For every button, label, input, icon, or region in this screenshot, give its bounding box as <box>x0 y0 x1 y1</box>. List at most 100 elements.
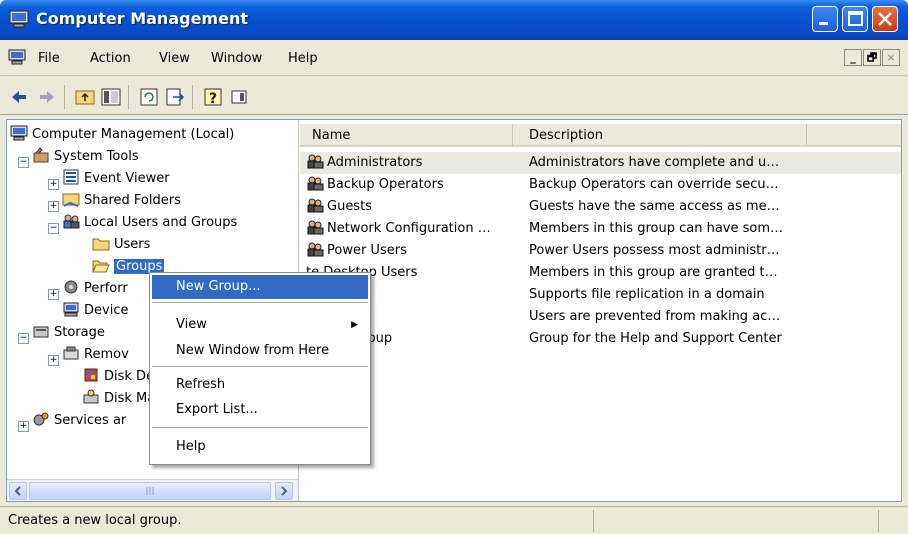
computer-icon[interactable] <box>8 49 26 65</box>
child-restore-button[interactable]: 🗗 <box>863 49 881 66</box>
group-description: Backup Operators can override secu… <box>529 177 779 192</box>
minimize-icon <box>819 22 828 25</box>
tree-item-performance[interactable]: Perforr <box>62 278 128 300</box>
table-row[interactable]: te Desktop UsersMembers in this group ar… <box>300 262 901 284</box>
group-description: Guests have the same access as me… <box>529 199 780 214</box>
up-one-level-button[interactable] <box>74 86 96 108</box>
chevron-right-icon <box>281 486 288 496</box>
expand-expander[interactable]: + <box>18 421 29 432</box>
group-description: Members in this group are granted t… <box>529 265 778 280</box>
tree-item-shared-folders[interactable]: Shared Folders <box>62 190 181 212</box>
group-icon <box>307 242 324 257</box>
menu-window[interactable]: Window <box>211 51 262 66</box>
group-name: Backup Operators <box>327 177 444 192</box>
status-bar: Creates a new local group. <box>0 506 908 534</box>
tree-label: Shared Folders <box>84 193 181 208</box>
menu-item-help[interactable]: Help <box>152 435 368 459</box>
title-bar: Computer Management <box>0 0 908 40</box>
table-row[interactable]: atorSupports file replication in a domai… <box>300 284 901 306</box>
back-button[interactable] <box>8 86 30 108</box>
show-action-pane-button[interactable] <box>228 86 250 108</box>
toolbar-separator <box>128 85 129 109</box>
tree-item-services-and-applications[interactable]: Services ar <box>32 410 126 432</box>
tree-item-storage[interactable]: Storage <box>32 322 105 344</box>
forward-arrow-icon <box>40 91 54 103</box>
export-list-button[interactable] <box>164 86 186 108</box>
menu-file[interactable]: File <box>38 51 60 66</box>
table-row[interactable]: Power Users Power Users possess most admi… <box>300 240 901 262</box>
tree-item-computer-management[interactable]: Computer Management (Local) <box>10 124 234 146</box>
show-hide-tree-button[interactable] <box>100 86 122 108</box>
window-title: Computer Management <box>36 9 248 28</box>
tree-item-disk-defragmenter[interactable]: Disk De <box>82 366 154 388</box>
child-minimize-button[interactable]: _ <box>844 49 862 66</box>
event-viewer-icon <box>63 169 79 185</box>
expand-expander[interactable]: + <box>48 289 59 300</box>
minimize-button[interactable] <box>812 6 838 32</box>
table-row[interactable]: Administrators Administrators have comple… <box>300 152 901 174</box>
group-name-cell: Guests <box>306 196 516 218</box>
menu-item-refresh[interactable]: Refresh <box>152 373 368 397</box>
group-description-cell: Backup Operators can override secu… <box>529 174 901 196</box>
tree-item-system-tools[interactable]: System Tools <box>32 146 139 168</box>
tree-label: Local Users and Groups <box>84 215 238 230</box>
tree-label: Users <box>114 237 151 252</box>
tree-item-event-viewer[interactable]: Event Viewer <box>62 168 170 190</box>
group-description: Members in this group can have som… <box>529 221 784 236</box>
menu-action[interactable]: Action <box>90 51 131 66</box>
tree-item-disk-management[interactable]: Disk Ma <box>82 388 155 410</box>
action-pane-icon <box>231 90 247 104</box>
help-button[interactable]: ? <box>202 86 224 108</box>
menu-bar: File Action View Window Help _ 🗗 × <box>0 40 908 76</box>
tree-item-removable-storage[interactable]: Remov <box>62 344 129 366</box>
maximize-button[interactable] <box>842 6 868 32</box>
close-icon <box>878 12 892 26</box>
refresh-button[interactable] <box>138 86 160 108</box>
toolbar-separator <box>192 85 193 109</box>
child-close-button[interactable]: × <box>882 49 900 66</box>
computer-icon <box>10 125 28 141</box>
expand-expander[interactable]: + <box>48 355 59 366</box>
column-header-name[interactable]: Name <box>300 124 513 147</box>
tree-item-local-users-and-groups[interactable]: Local Users and Groups <box>62 212 237 234</box>
collapse-expander[interactable]: − <box>18 157 29 168</box>
menu-item-new-window-from-here[interactable]: New Window from Here <box>152 339 368 363</box>
menu-item-export-list[interactable]: Export List... <box>152 398 368 422</box>
services-icon <box>33 412 49 426</box>
group-description: Supports file replication in a domain <box>529 287 765 302</box>
menu-help[interactable]: Help <box>288 51 318 66</box>
status-pane <box>593 510 877 532</box>
table-row[interactable]: Users are prevented from making ac… <box>300 306 901 328</box>
collapse-expander[interactable]: − <box>48 223 59 234</box>
folder-open-icon <box>92 260 110 273</box>
table-row[interactable]: Guests Guests have the same access as me… <box>300 196 901 218</box>
users-groups-icon <box>63 214 80 229</box>
group-description-cell: Users are prevented from making ac… <box>529 306 901 328</box>
collapse-expander[interactable]: − <box>18 333 29 344</box>
submenu-arrow-icon: ▶ <box>351 320 358 330</box>
group-name-cell: Backup Operators <box>306 174 516 196</box>
menu-item-new-group[interactable]: New Group... <box>152 275 368 299</box>
menu-item-view[interactable]: View ▶ <box>152 313 368 337</box>
column-header-description[interactable]: Description <box>517 124 807 147</box>
group-description-cell: Members in this group are granted t… <box>529 262 901 284</box>
table-row[interactable]: ervicesGroupGroup for the Help and Suppo… <box>300 328 901 350</box>
scroll-right-button[interactable] <box>275 482 293 500</box>
tree-horizontal-scrollbar[interactable] <box>7 479 298 501</box>
close-button[interactable] <box>872 6 898 32</box>
toolbar: ? <box>0 77 908 115</box>
expand-expander[interactable]: + <box>48 179 59 190</box>
back-arrow-icon <box>12 91 26 103</box>
group-description-cell: Group for the Help and Support Center <box>529 328 901 350</box>
table-row[interactable]: Backup Operators Backup Operators can ove… <box>300 174 901 196</box>
table-row[interactable]: Network Configuration … Members in this g… <box>300 218 901 240</box>
tree-item-device-manager[interactable]: Device <box>62 300 128 322</box>
group-description-cell: Guests have the same access as me… <box>529 196 901 218</box>
expand-expander[interactable]: + <box>48 201 59 212</box>
maximize-icon <box>848 11 863 26</box>
tree-item-users[interactable]: Users <box>92 234 150 256</box>
scroll-thumb[interactable] <box>29 482 271 500</box>
menu-view[interactable]: View <box>159 51 190 66</box>
scroll-left-button[interactable] <box>9 482 27 500</box>
forward-button[interactable] <box>36 86 58 108</box>
